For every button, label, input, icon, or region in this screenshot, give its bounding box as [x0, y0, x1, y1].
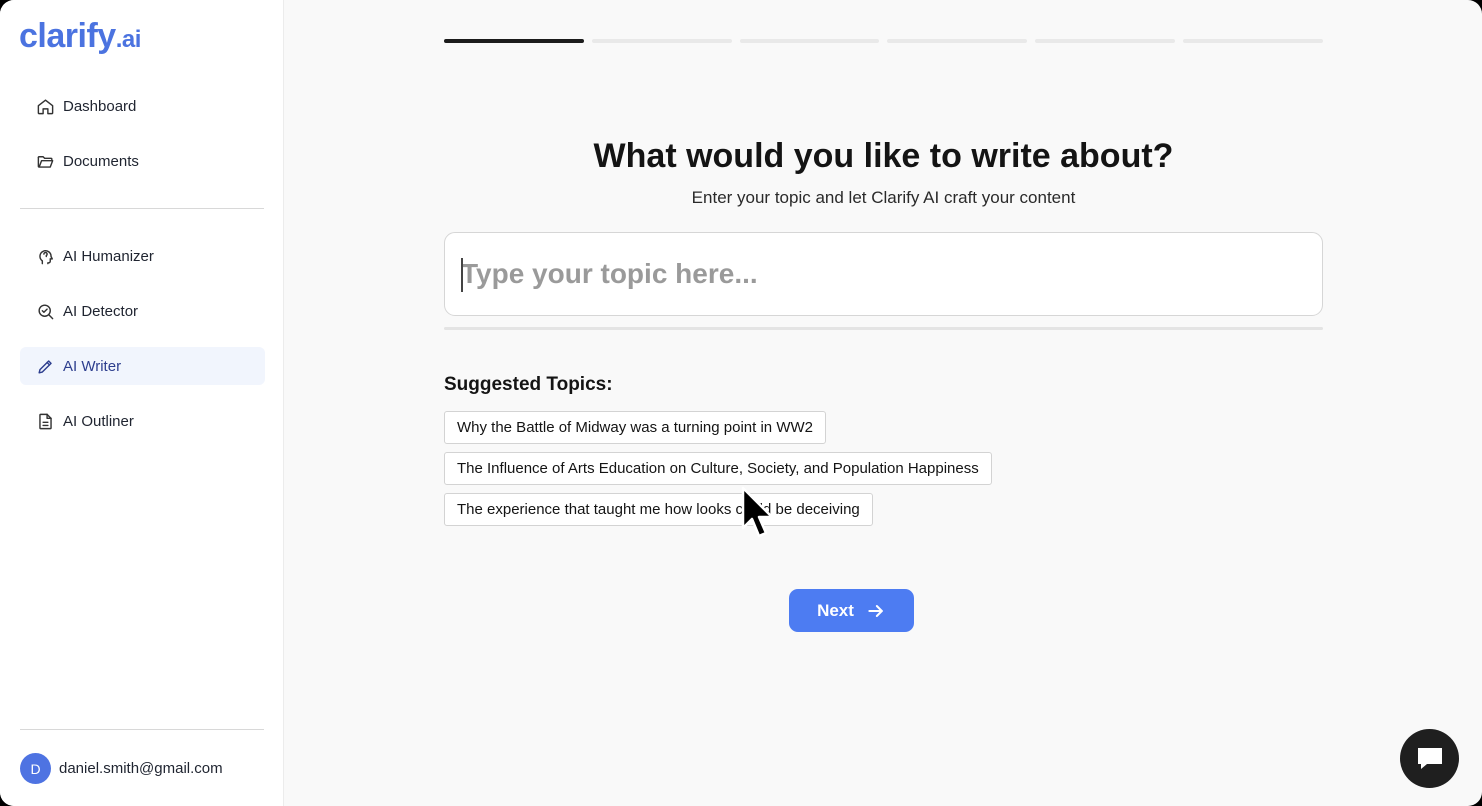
sidebar-divider	[20, 729, 264, 730]
avatar: D	[20, 753, 51, 784]
main-content: What would you like to write about? Ente…	[284, 0, 1482, 806]
text-caret	[461, 258, 463, 292]
progress-steps	[444, 39, 1323, 43]
sidebar-item-ai-detector[interactable]: AI Detector	[20, 292, 265, 330]
suggested-topic-chip[interactable]: Why the Battle of Midway was a turning p…	[444, 411, 826, 444]
suggested-topics-title: Suggested Topics:	[444, 374, 613, 395]
progress-step	[887, 39, 1028, 43]
chat-bubble-icon	[1415, 745, 1445, 773]
sidebar-item-label: AI Outliner	[63, 412, 134, 430]
sidebar-item-label: AI Detector	[63, 302, 139, 320]
logo[interactable]: clarify.ai	[19, 14, 141, 62]
magnify-check-icon	[35, 301, 55, 321]
sidebar-item-label: Documents	[63, 152, 139, 170]
sidebar-item-ai-humanizer[interactable]: AI Humanizer	[20, 237, 265, 275]
logo-suffix: .ai	[115, 26, 142, 53]
input-underline	[444, 327, 1323, 330]
progress-step	[1035, 39, 1176, 43]
head-brain-icon	[35, 246, 55, 266]
user-email: daniel.smith@gmail.com	[59, 760, 223, 777]
next-button[interactable]: Next	[789, 589, 914, 632]
mouse-cursor-icon	[741, 486, 774, 538]
sidebar-item-label: AI Humanizer	[63, 247, 154, 265]
topic-input[interactable]	[444, 232, 1323, 316]
sidebar-item-dashboard[interactable]: Dashboard	[20, 87, 265, 125]
page-title: What would you like to write about?	[593, 137, 1174, 175]
progress-step	[591, 39, 732, 43]
logo-main: clarify	[19, 17, 116, 55]
folder-icon	[35, 151, 55, 171]
suggested-topic-chip[interactable]: The experience that taught me how looks …	[444, 493, 873, 526]
arrow-right-icon	[866, 601, 886, 621]
page-subtitle: Enter your topic and let Clarify AI craf…	[691, 188, 1076, 207]
sidebar: clarify.ai Dashboard Documents AI Humani…	[0, 0, 284, 806]
sidebar-divider	[20, 208, 264, 209]
chat-button[interactable]	[1400, 729, 1459, 788]
suggested-topic-chip[interactable]: The Influence of Arts Education on Cultu…	[444, 452, 992, 485]
home-icon	[35, 96, 55, 116]
user-account[interactable]: D daniel.smith@gmail.com	[20, 753, 223, 784]
document-icon	[35, 411, 55, 431]
sidebar-item-ai-outliner[interactable]: AI Outliner	[20, 402, 265, 440]
sidebar-item-documents[interactable]: Documents	[20, 142, 265, 180]
sidebar-item-ai-writer[interactable]: AI Writer	[20, 347, 265, 385]
progress-step	[444, 39, 584, 43]
sidebar-item-label: Dashboard	[63, 97, 137, 115]
progress-step	[1183, 39, 1323, 43]
next-button-label: Next	[817, 600, 854, 620]
progress-step	[739, 39, 880, 43]
sidebar-item-label: AI Writer	[63, 357, 122, 375]
app-window: clarify.ai Dashboard Documents AI Humani…	[0, 0, 1482, 806]
pencil-icon	[35, 356, 55, 376]
